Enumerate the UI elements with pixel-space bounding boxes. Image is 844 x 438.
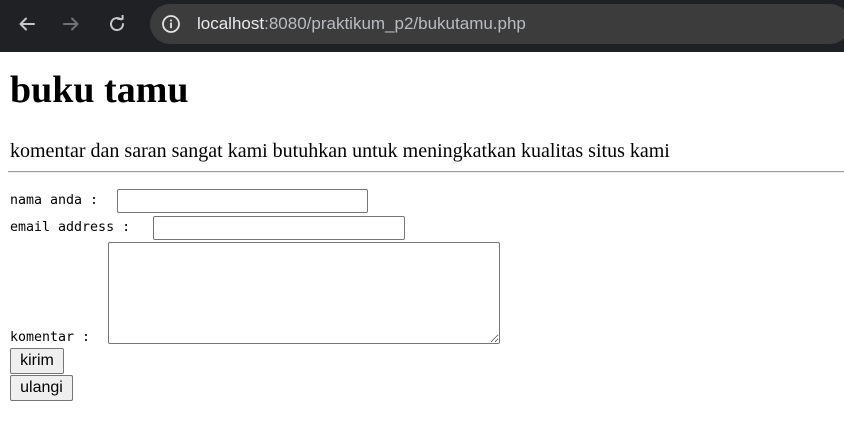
page-content: buku tamu komentar dan saran sangat kami… (0, 52, 844, 438)
url-host: localhost (197, 14, 265, 33)
email-label: email address : (10, 220, 139, 235)
kirim-button[interactable]: kirim (10, 348, 64, 374)
page-title: buku tamu (10, 69, 189, 111)
arrow-left-icon (19, 17, 35, 31)
arrow-right-icon (63, 17, 79, 31)
reload-icon (110, 15, 125, 32)
url-path: :8080/praktikum_p2/bukutamu.php (264, 14, 526, 33)
browser-toolbar: localhost:8080/praktikum_p2/bukutamu.php (0, 0, 844, 52)
divider (8, 171, 844, 173)
site-info-button[interactable] (161, 14, 181, 34)
reload-button[interactable] (107, 14, 127, 34)
back-button[interactable] (17, 14, 37, 34)
info-icon (162, 15, 180, 33)
nama-input[interactable] (117, 189, 368, 213)
url-text[interactable]: localhost:8080/praktikum_p2/bukutamu.php (197, 13, 526, 35)
email-input[interactable] (153, 216, 405, 240)
komentar-textarea[interactable] (108, 242, 500, 344)
nama-label: nama anda : (10, 193, 107, 208)
page-subtitle: komentar dan saran sangat kami butuhkan … (10, 140, 670, 162)
ulangi-button[interactable]: ulangi (10, 375, 73, 401)
forward-button[interactable] (61, 14, 81, 34)
komentar-label: komentar : (10, 330, 99, 345)
